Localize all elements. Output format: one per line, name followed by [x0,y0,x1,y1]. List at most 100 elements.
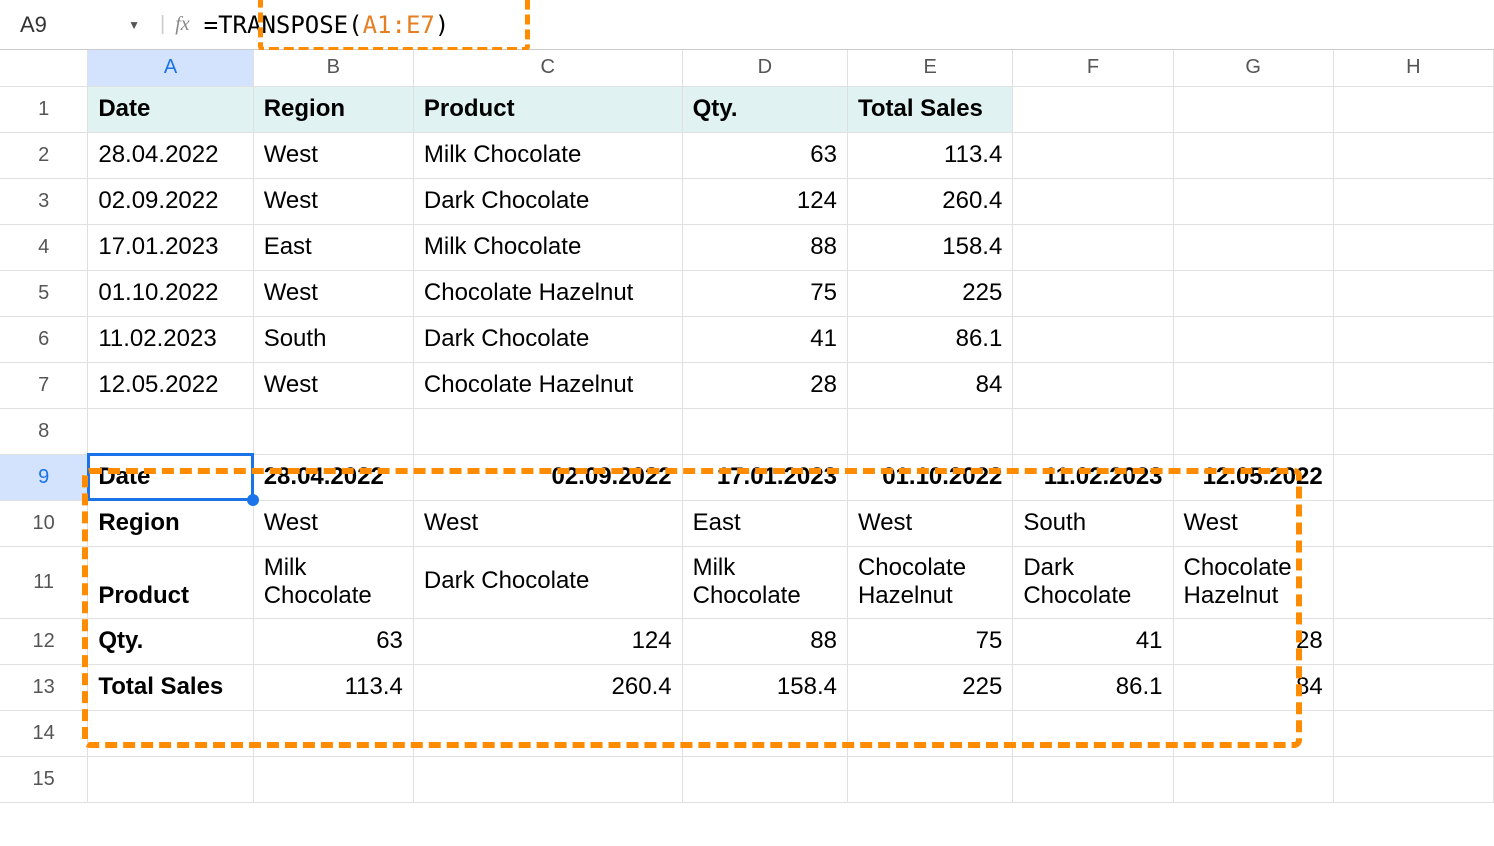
cell-H6[interactable] [1333,316,1493,362]
cell-G12[interactable]: 28 [1173,618,1333,664]
cell-F6[interactable] [1013,316,1173,362]
cell-E5[interactable]: 225 [847,270,1012,316]
row-header-2[interactable]: 2 [0,132,88,178]
cell-B11[interactable]: Milk Chocolate [253,546,413,618]
cell-C2[interactable]: Milk Chocolate [413,132,682,178]
cell-D2[interactable]: 63 [682,132,847,178]
cell-D7[interactable]: 28 [682,362,847,408]
cell-G9[interactable]: 12.05.2022 [1173,454,1333,500]
cell-D12[interactable]: 88 [682,618,847,664]
cell-G6[interactable] [1173,316,1333,362]
cell-E7[interactable]: 84 [847,362,1012,408]
cell-E3[interactable]: 260.4 [847,178,1012,224]
cell-D1[interactable]: Qty. [682,86,847,132]
cell-A5[interactable]: 01.10.2022 [88,270,253,316]
cell-F1[interactable] [1013,86,1173,132]
cell-B13[interactable]: 113.4 [253,664,413,710]
col-header-A[interactable]: A [88,50,253,86]
cell-E1[interactable]: Total Sales [847,86,1012,132]
row-header-15[interactable]: 15 [0,756,88,802]
chevron-down-icon[interactable]: ▼ [128,18,140,32]
cell-B2[interactable]: West [253,132,413,178]
cell-B9[interactable]: 28.04.2022 [253,454,413,500]
col-header-C[interactable]: C [413,50,682,86]
cell-C11[interactable]: Dark Chocolate [413,546,682,618]
cell-C4[interactable]: Milk Chocolate [413,224,682,270]
cell-E13[interactable]: 225 [847,664,1012,710]
cell-H1[interactable] [1333,86,1493,132]
cell-F2[interactable] [1013,132,1173,178]
cell-D3[interactable]: 124 [682,178,847,224]
cell-A10[interactable]: Region [88,500,253,546]
cell-E12[interactable]: 75 [847,618,1012,664]
col-header-F[interactable]: F [1013,50,1173,86]
cell-C3[interactable]: Dark Chocolate [413,178,682,224]
cell-G7[interactable] [1173,362,1333,408]
cell-C7[interactable]: Chocolate Hazelnut [413,362,682,408]
row-header-12[interactable]: 12 [0,618,88,664]
row-header-7[interactable]: 7 [0,362,88,408]
spreadsheet-grid[interactable]: A B C D E F G H 1 Date Region Product Qt… [0,50,1494,803]
cell-F7[interactable] [1013,362,1173,408]
cell-E9[interactable]: 01.10.2022 [847,454,1012,500]
col-header-H[interactable]: H [1333,50,1493,86]
cell-G2[interactable] [1173,132,1333,178]
cell-C1[interactable]: Product [413,86,682,132]
cell-G5[interactable] [1173,270,1333,316]
cell-D6[interactable]: 41 [682,316,847,362]
row-header-9[interactable]: 9 [0,454,88,500]
cell-E11[interactable]: Chocolate Hazelnut [847,546,1012,618]
cell-A12[interactable]: Qty. [88,618,253,664]
cell-H9[interactable] [1333,454,1493,500]
cell-D5[interactable]: 75 [682,270,847,316]
cell-B4[interactable]: East [253,224,413,270]
cell-H4[interactable] [1333,224,1493,270]
fx-icon[interactable]: fx [175,13,189,36]
cell-A3[interactable]: 02.09.2022 [88,178,253,224]
cell-F4[interactable] [1013,224,1173,270]
cell-H11[interactable] [1333,546,1493,618]
row-header-8[interactable]: 8 [0,408,88,454]
cell-C12[interactable]: 124 [413,618,682,664]
cell-B10[interactable]: West [253,500,413,546]
cell-F11[interactable]: Dark Chocolate [1013,546,1173,618]
cell-B7[interactable]: West [253,362,413,408]
cell-B5[interactable]: West [253,270,413,316]
cell-C5[interactable]: Chocolate Hazelnut [413,270,682,316]
cell-A13[interactable]: Total Sales [88,664,253,710]
cell-D4[interactable]: 88 [682,224,847,270]
cell-H2[interactable] [1333,132,1493,178]
cell-H7[interactable] [1333,362,1493,408]
cell-G10[interactable]: West [1173,500,1333,546]
cell-C10[interactable]: West [413,500,682,546]
row-header-11[interactable]: 11 [0,546,88,618]
cell-C13[interactable]: 260.4 [413,664,682,710]
cell-B12[interactable]: 63 [253,618,413,664]
cell-D9[interactable]: 17.01.2023 [682,454,847,500]
row-header-10[interactable]: 10 [0,500,88,546]
row-header-1[interactable]: 1 [0,86,88,132]
col-header-D[interactable]: D [682,50,847,86]
cell-H3[interactable] [1333,178,1493,224]
cell-E4[interactable]: 158.4 [847,224,1012,270]
cell-A11[interactable]: Product [88,546,253,618]
cell-F3[interactable] [1013,178,1173,224]
row-header-3[interactable]: 3 [0,178,88,224]
cell-H12[interactable] [1333,618,1493,664]
row-header-4[interactable]: 4 [0,224,88,270]
corner-header[interactable] [0,50,88,86]
cell-F13[interactable]: 86.1 [1013,664,1173,710]
cell-E10[interactable]: West [847,500,1012,546]
row-header-6[interactable]: 6 [0,316,88,362]
cell-A8[interactable] [88,408,253,454]
col-header-E[interactable]: E [847,50,1012,86]
cell-E6[interactable]: 86.1 [847,316,1012,362]
col-header-B[interactable]: B [253,50,413,86]
cell-A9[interactable]: Date [88,454,253,500]
cell-D13[interactable]: 158.4 [682,664,847,710]
selection-handle[interactable] [247,494,259,506]
cell-B3[interactable]: West [253,178,413,224]
cell-D11[interactable]: Milk Chocolate [682,546,847,618]
cell-H5[interactable] [1333,270,1493,316]
cell-B1[interactable]: Region [253,86,413,132]
